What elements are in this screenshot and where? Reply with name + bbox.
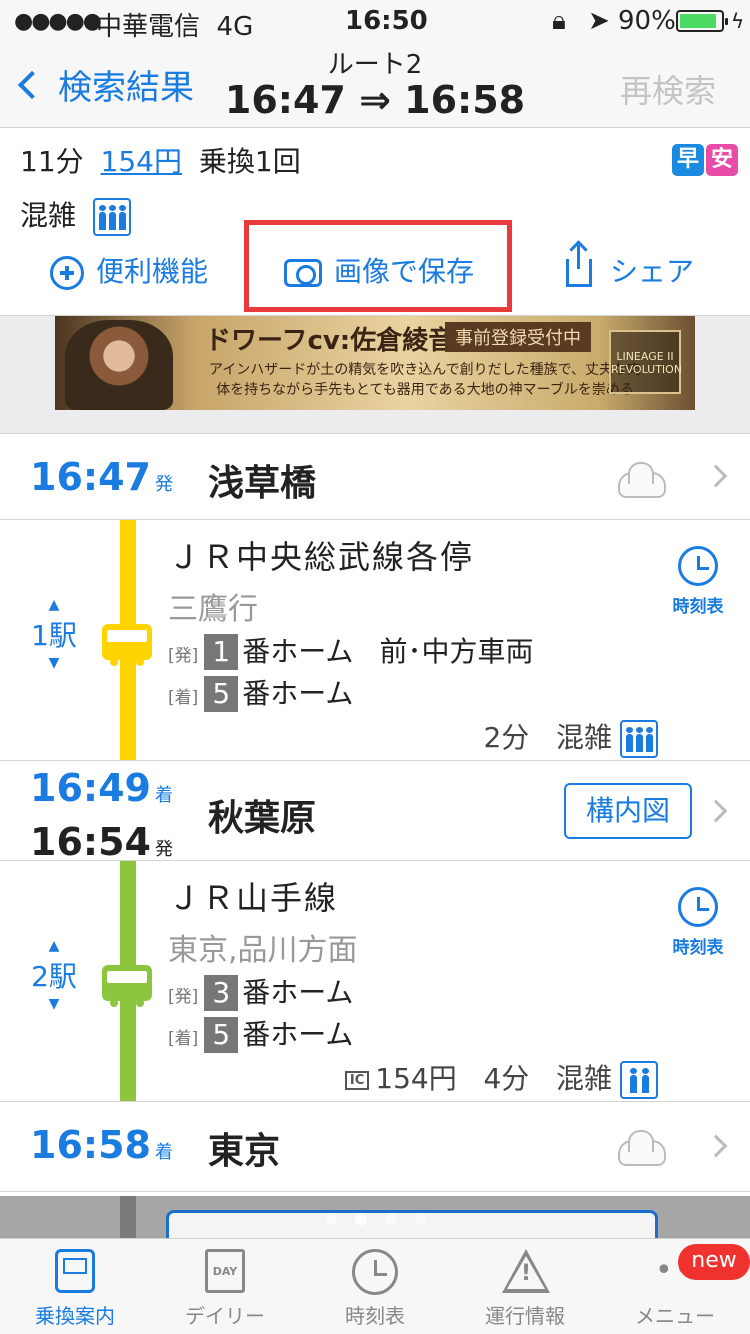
tab-transfer[interactable]: 乗換案内 [0,1239,150,1334]
plus-circle-icon [50,256,84,290]
station-map-button[interactable]: 構内図 [564,783,692,839]
carrier-label: 中華電信 4G [96,12,254,42]
ad-copy: アインハザードが土の精気を吹き込んで創りだした種族で、丈夫な肉体を持ちながら手先… [208,362,642,398]
clock-icon [678,887,718,927]
page-indicator[interactable] [316,1210,436,1229]
transfer-count: 乗換1回 [198,145,301,178]
clock-icon [352,1249,398,1295]
segment-meta: IC 154円 4分 混雑 [344,1057,658,1099]
station-name: 浅草橋 [208,463,317,504]
signal-strength-icon: ●●●●● [14,9,102,34]
share-button[interactable]: シェア [566,245,694,290]
share-icon [566,245,592,287]
location-arrow-icon: ➤ [588,6,610,36]
departure-time: 16:47 発 [30,455,173,499]
tab-timetable[interactable]: 時刻表 [300,1239,450,1334]
ic-card-icon: IC [344,1070,370,1090]
bolt-icon: ϟ [731,9,745,33]
page-dot[interactable] [385,1213,397,1225]
tab-bar: 乗換案内 DAYデイリー 時刻表 運行情報 •••メニュー [0,1238,750,1334]
cloudy-icon [618,1130,666,1166]
arrival-platform: [着] 5 番ホーム [168,676,354,712]
ad-character-image [65,320,173,410]
chevron-right-icon [704,464,728,488]
ad-title: ドワーフcv:佐倉綾音 [205,326,455,356]
crowd-moderate-icon [620,1061,658,1099]
ad-banner[interactable]: ドワーフcv:佐倉綾音 事前登録受付中 アインハザードが土の精気を吹き込んで創り… [55,316,695,410]
train-icon [102,624,152,666]
page-dot[interactable] [355,1213,367,1225]
fare-link[interactable]: 154円 [101,145,182,178]
train-icon [102,965,152,1007]
departure-platform: [発] 1 番ホーム 前･中方車両 [168,634,534,670]
research-button[interactable]: 再検索 [620,66,716,112]
warning-icon [502,1249,550,1293]
clock: 16:50 [345,6,428,36]
battery-icon [676,10,728,32]
ad-tag: 事前登録受付中 [445,322,591,352]
station-count[interactable]: ▲ 1駅 ▼ [28,596,80,672]
stop-row[interactable]: 16:58 着 東京 [0,1102,750,1192]
page-overlay [0,1196,750,1250]
segment-meta: 2分 混雑 [483,716,658,758]
battery-percentage: 90% [618,6,676,36]
tab-service-info[interactable]: 運行情報 [450,1239,600,1334]
summary-line: 11分 154円 乗換1回 [20,140,301,180]
navigation-bar: 検索結果 ルート2 16:47 ⇒ 16:58 再検索 [0,40,750,128]
tab-daily[interactable]: DAY デイリー [150,1239,300,1334]
day-calendar-icon: DAY [205,1249,245,1293]
crowd-heavy-icon [620,720,658,758]
arrival-platform: [着] 5 番ホーム [168,1017,354,1053]
line-name: ＪＲ山手線 [168,879,339,917]
ad-area: ドワーフcv:佐倉綾音 事前登録受付中 アインハザードが土の精気を吹き込んで創り… [0,316,750,434]
highlight-box [244,220,512,312]
utility-button[interactable]: 便利機能 [50,250,208,290]
status-bar: ●●●●● 中華電信 4G 16:50 🔒︎ ➤ 90% ϟ [0,0,750,42]
line-name: ＪＲ中央総武線各停 [168,538,475,576]
station-count[interactable]: ▲ 2駅 ▼ [28,937,80,1013]
arrival-time: 16:49 着 [30,766,173,810]
rotation-lock-icon: 🔒︎ [552,6,566,36]
stop-row[interactable]: 16:49 着 16:54 発 秋葉原 構内図 [0,761,750,864]
timetable-button[interactable]: 時刻表 [666,546,730,617]
ride-segment[interactable]: ▲ 2駅 ▼ ＪＲ山手線 東京,品川方面 [発] 3 番ホーム [着] 5 番ホーム IC 1… [0,861,750,1102]
stop-row[interactable]: 16:47 発 浅草橋 [0,434,750,520]
chevron-right-icon [704,799,728,823]
clock-icon [678,546,718,586]
direction: 三鷹行 [168,592,258,627]
station-name: 東京 [208,1131,281,1172]
direction: 東京,品川方面 [168,933,358,968]
departure-platform: [発] 3 番ホーム [168,975,354,1011]
page-dot[interactable] [415,1213,427,1225]
station-name: 秋葉原 [208,798,317,839]
timetable-button[interactable]: 時刻表 [666,887,730,958]
fastest-badge: 早 [672,144,704,176]
ride-segment[interactable]: ▲ 1駅 ▼ ＪＲ中央総武線各停 三鷹行 [発] 1 番ホーム 前･中方車両 [着] 5 番ホ… [0,520,750,761]
page-dot[interactable] [325,1213,337,1225]
duration: 11分 [20,145,84,178]
ad-logo: LINEAGE II REVOLUTION [609,330,682,394]
cloudy-icon [618,462,666,498]
train-icon [55,1249,95,1293]
arrival-time: 16:58 着 [30,1123,173,1167]
new-badge: new [678,1244,750,1280]
chevron-right-icon [704,1134,728,1158]
route-badges: 早安 [670,144,738,176]
cheapest-badge: 安 [706,144,738,176]
